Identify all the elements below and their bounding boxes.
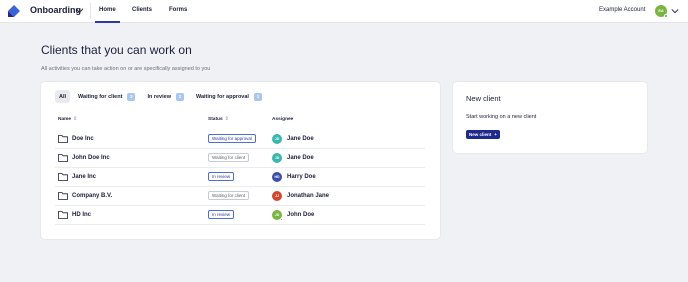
filter-label: All <box>59 93 67 100</box>
avatar: JD <box>272 134 282 144</box>
table-row[interactable]: Doe Inc Waiting for approval JD Jane Doe <box>55 130 425 149</box>
button-label: New client <box>469 132 492 137</box>
top-bar: Onboarding Home Clients Forms Example Ac… <box>0 0 688 23</box>
folder-icon <box>58 192 68 200</box>
chevron-down-icon[interactable] <box>671 7 679 15</box>
filter-label: Waiting for client <box>78 93 123 100</box>
filter-label: In review <box>147 93 171 100</box>
assignee-name: Jane Doe <box>287 155 314 161</box>
new-client-title: New client <box>466 94 501 103</box>
filter-count: 2 <box>127 92 136 101</box>
avatar: JD <box>272 210 283 221</box>
assignee-name: John Doe <box>287 212 315 218</box>
client-name[interactable]: Company B.V. <box>72 193 112 199</box>
sort-icon[interactable]: ⇕ <box>73 117 77 122</box>
status-badge: Waiting for approval <box>208 134 256 143</box>
page-title: Clients that you can work on <box>41 43 192 57</box>
filter-tabs: All Waiting for client 2 In review 2 Wai… <box>55 90 266 103</box>
client-name[interactable]: HD Inc <box>72 212 91 218</box>
status-badge: In review <box>208 210 235 219</box>
assignee-name: Jonathan Jane <box>287 193 330 199</box>
status-badge: Waiting for client <box>208 191 250 200</box>
filter-all[interactable]: All <box>55 90 71 103</box>
folder-icon <box>58 211 68 219</box>
divider <box>90 3 91 19</box>
filter-count: 1 <box>253 92 262 101</box>
filter-waiting-for-approval[interactable]: Waiting for approval 1 <box>192 90 266 103</box>
assignee-name: Jane Doe <box>287 136 314 142</box>
avatar-initials: EA <box>658 8 664 13</box>
status-badge: Waiting for client <box>208 153 250 162</box>
filter-count: 2 <box>175 92 184 101</box>
filter-label: Waiting for approval <box>195 93 249 100</box>
logo-icon[interactable] <box>7 4 21 18</box>
header-label: Name <box>58 117 72 122</box>
avatar: JJ <box>272 191 282 201</box>
folder-icon <box>58 135 68 143</box>
new-client-card: New client Start working on a new client… <box>453 82 647 153</box>
nav-tab-forms[interactable]: Forms <box>169 7 187 13</box>
assignee-name: Harry Doe <box>287 174 316 180</box>
plus-icon: + <box>494 132 497 137</box>
sort-icon[interactable]: ⇕ <box>225 117 229 122</box>
nav-tab-home[interactable]: Home <box>95 7 120 23</box>
filter-waiting-for-client[interactable]: Waiting for client 2 <box>74 90 139 103</box>
folder-icon <box>58 154 68 162</box>
status-badge: In review <box>208 172 235 181</box>
avatar-initials: JD <box>274 213 280 217</box>
online-indicator <box>279 217 283 221</box>
table-row[interactable]: John Doe Inc Waiting for client JD Jane Doe <box>55 149 425 168</box>
avatar: JD <box>272 153 282 163</box>
avatar-initials: JD <box>274 156 280 160</box>
online-indicator <box>664 14 668 18</box>
client-name[interactable]: John Doe Inc <box>72 155 110 161</box>
client-name[interactable]: Jane Inc <box>72 174 96 180</box>
avatar-initials: HD <box>274 175 280 179</box>
avatar-initials: JJ <box>275 194 279 198</box>
table-row[interactable]: Company B.V. Waiting for client JJ Jonathan… <box>55 187 425 206</box>
page-subtitle: All activities you can take action on or… <box>41 66 211 72</box>
header-label: Assignee <box>272 117 294 122</box>
avatar[interactable]: EA <box>655 5 668 18</box>
table-row[interactable]: HD Inc In review JD John Doe <box>55 206 425 225</box>
filter-in-review[interactable]: In review 2 <box>143 90 188 103</box>
clients-card: All Waiting for client 2 In review 2 Wai… <box>41 82 440 239</box>
column-header-assignee: Assignee <box>272 117 293 122</box>
column-header-status[interactable]: Status ⇕ <box>208 117 229 122</box>
avatar-initials: JD <box>274 137 280 141</box>
app-name[interactable]: Onboarding <box>30 5 81 15</box>
new-client-text: Start working on a new client <box>466 114 537 120</box>
nav-tab-clients[interactable]: Clients <box>132 7 152 13</box>
avatar: HD <box>272 172 282 182</box>
account-name[interactable]: Example Account <box>599 7 645 13</box>
column-header-name[interactable]: Name ⇕ <box>58 117 77 122</box>
folder-icon <box>58 173 68 181</box>
header-label: Status <box>208 117 223 122</box>
chevron-down-icon[interactable] <box>75 6 84 15</box>
client-name[interactable]: Doe Inc <box>72 136 94 142</box>
new-client-button[interactable]: New client + <box>466 130 500 139</box>
table-row[interactable]: Jane Inc In review HD Harry Doe <box>55 168 425 187</box>
